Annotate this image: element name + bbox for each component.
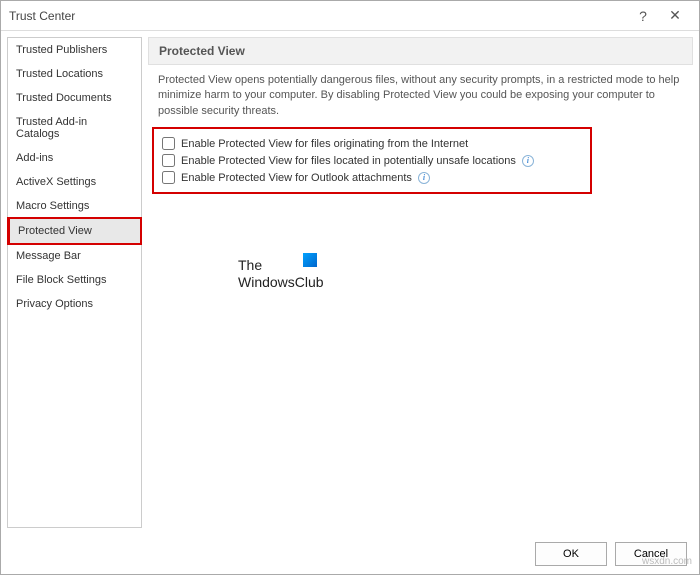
- section-title: Protected View: [148, 37, 693, 65]
- sidebar-item-activex-settings[interactable]: ActiveX Settings: [8, 170, 141, 194]
- sidebar-item-privacy-options[interactable]: Privacy Options: [8, 292, 141, 316]
- sidebar: Trusted Publishers Trusted Locations Tru…: [7, 37, 142, 528]
- sidebar-item-message-bar[interactable]: Message Bar: [8, 244, 141, 268]
- option-label[interactable]: Enable Protected View for files located …: [181, 155, 516, 167]
- checkbox-outlook-attachments[interactable]: [162, 171, 175, 184]
- sidebar-item-trusted-documents[interactable]: Trusted Documents: [8, 86, 141, 110]
- option-internet-files: Enable Protected View for files originat…: [162, 135, 582, 152]
- option-unsafe-locations: Enable Protected View for files located …: [162, 152, 582, 169]
- sidebar-item-macro-settings[interactable]: Macro Settings: [8, 194, 141, 218]
- section-description: Protected View opens potentially dangero…: [148, 73, 693, 127]
- watermark-logo-icon: [303, 253, 317, 267]
- dialog-footer: OK Cancel: [1, 534, 699, 574]
- sidebar-item-trusted-addin-catalogs[interactable]: Trusted Add-in Catalogs: [8, 110, 141, 146]
- option-label[interactable]: Enable Protected View for Outlook attach…: [181, 172, 412, 184]
- image-credit: wsxdn.com: [642, 556, 692, 567]
- close-button[interactable]: ✕: [659, 2, 691, 30]
- options-highlight-box: Enable Protected View for files originat…: [152, 127, 592, 194]
- info-icon[interactable]: i: [522, 155, 534, 167]
- info-icon[interactable]: i: [418, 172, 430, 184]
- sidebar-item-protected-view[interactable]: Protected View: [7, 217, 142, 245]
- watermark-line2: WindowsClub: [238, 274, 324, 291]
- option-outlook-attachments: Enable Protected View for Outlook attach…: [162, 169, 582, 186]
- help-button[interactable]: ?: [627, 2, 659, 30]
- content-area: Trusted Publishers Trusted Locations Tru…: [1, 31, 699, 534]
- main-panel: Protected View Protected View opens pote…: [148, 37, 693, 528]
- sidebar-item-trusted-locations[interactable]: Trusted Locations: [8, 62, 141, 86]
- watermark: The WindowsClub: [238, 257, 324, 291]
- checkbox-unsafe-locations[interactable]: [162, 154, 175, 167]
- window-title: Trust Center: [9, 9, 627, 23]
- sidebar-item-file-block-settings[interactable]: File Block Settings: [8, 268, 141, 292]
- checkbox-internet-files[interactable]: [162, 137, 175, 150]
- sidebar-item-trusted-publishers[interactable]: Trusted Publishers: [8, 38, 141, 62]
- titlebar: Trust Center ? ✕: [1, 1, 699, 31]
- option-label[interactable]: Enable Protected View for files originat…: [181, 138, 468, 150]
- ok-button[interactable]: OK: [535, 542, 607, 566]
- trust-center-window: Trust Center ? ✕ Trusted Publishers Trus…: [0, 0, 700, 575]
- sidebar-item-add-ins[interactable]: Add-ins: [8, 146, 141, 170]
